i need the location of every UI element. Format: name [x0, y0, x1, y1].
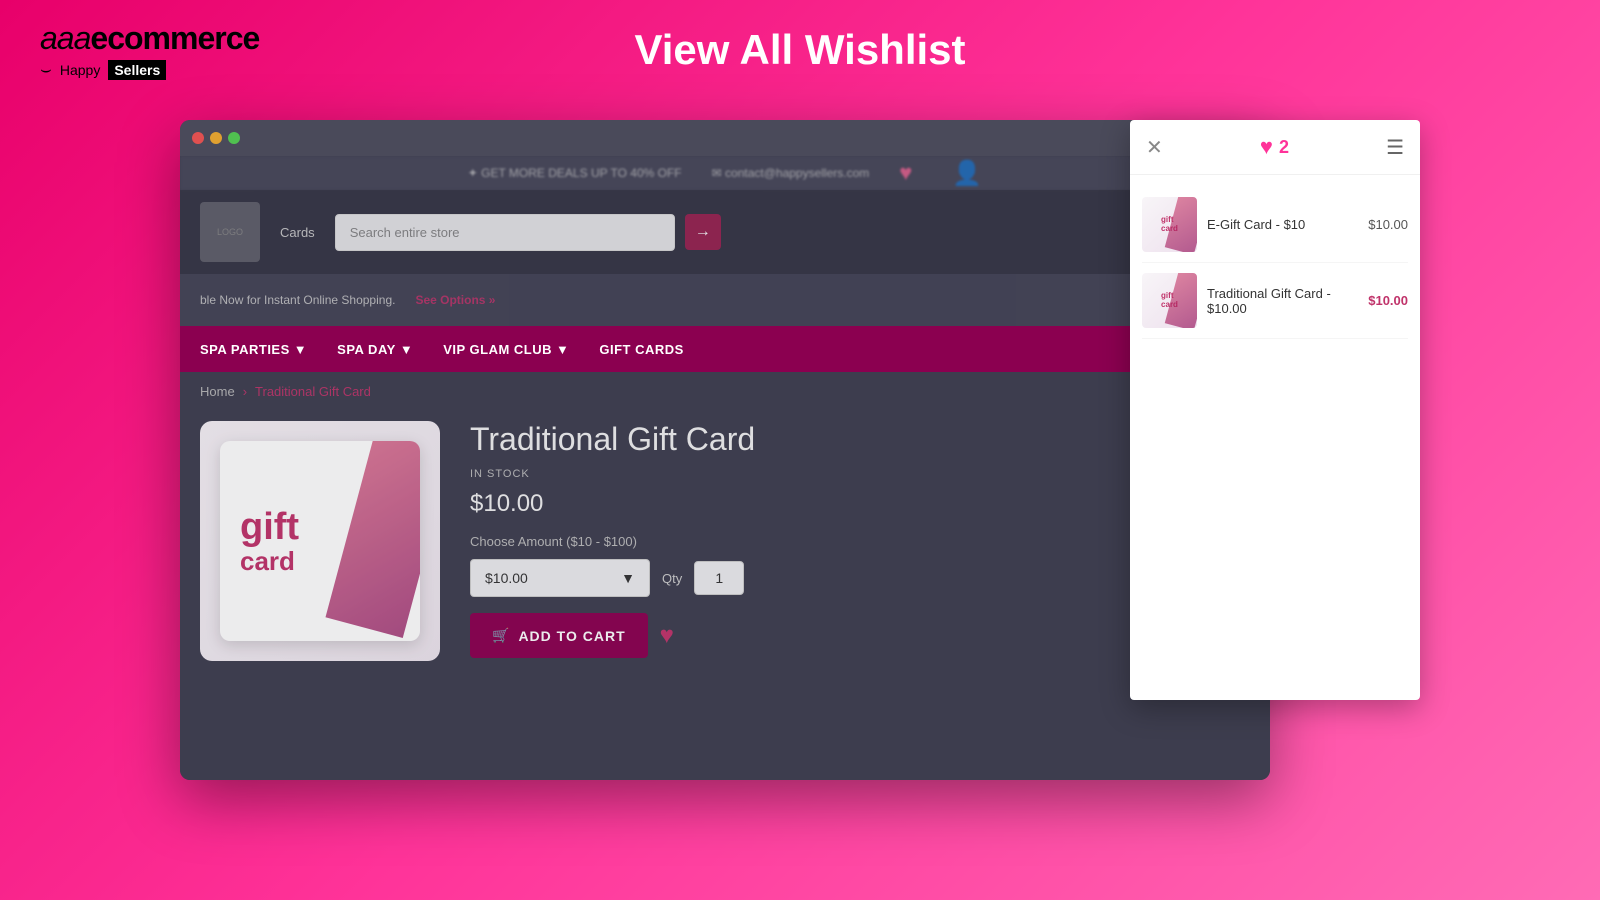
add-to-cart-label: ADD TO CART: [518, 628, 625, 644]
wishlist-sidebar: ✕ ♥ 2 ☰ gift card E-Gift Card - $10 $10.…: [1130, 120, 1420, 700]
sidebar-heart-icon: ♥: [1260, 134, 1273, 160]
sidebar-menu-icon[interactable]: ☰: [1386, 135, 1404, 160]
topbar-promo2: ✉ contact@happysellers.com: [712, 166, 870, 180]
item-ribbon-2: [1165, 273, 1197, 328]
product-area: gift card Traditional Gift Card IN STOCK…: [180, 411, 1270, 671]
nav-item-spa-parties[interactable]: SPA PARTIES ▼: [200, 342, 307, 357]
amount-value: $10.00: [485, 570, 528, 586]
qty-input[interactable]: 1: [694, 561, 744, 595]
brand-happy: Happy: [60, 62, 100, 78]
brand-tagline: ⌣ Happy Sellers: [40, 59, 259, 80]
nav-item-vip-glam[interactable]: VIP GLAM CLUB ▼: [443, 342, 569, 357]
brand-sellers: Sellers: [108, 60, 166, 80]
sidebar-wishlist-count: ♥ 2: [1260, 134, 1289, 160]
smile-icon: ⌣: [40, 59, 52, 80]
account-icon-topbar[interactable]: 👤: [952, 159, 982, 188]
browser-titlebar: [180, 120, 1270, 156]
gift-card-visual: gift card: [220, 441, 420, 641]
nav-label-vip-glam: VIP GLAM CLUB: [443, 342, 552, 357]
store-logo-area: LOGO: [200, 202, 260, 262]
wishlist-icon-topbar[interactable]: ♥: [899, 160, 912, 186]
qty-label: Qty: [662, 571, 682, 586]
wishlist-item-info-2: Traditional Gift Card - $10.00: [1207, 286, 1358, 316]
browser-dot-green: [228, 132, 240, 144]
breadcrumb-home[interactable]: Home: [200, 384, 235, 399]
search-box[interactable]: Search entire store: [335, 214, 675, 251]
wishlist-heart-button[interactable]: ♥: [660, 622, 674, 650]
page-title: View All Wishlist: [634, 26, 965, 74]
nav-label-gift-cards: GIFT CARDS: [599, 342, 683, 357]
wishlist-item-info-1: E-Gift Card - $10: [1207, 217, 1358, 232]
store-nav: SPA PARTIES ▼ SPA DAY ▼ VIP GLAM CLUB ▼ …: [180, 326, 1270, 372]
wishlist-item-name-2: Traditional Gift Card - $10.00: [1207, 286, 1358, 316]
breadcrumb-separator: ›: [243, 384, 247, 399]
store-topbar: ✦ GET MORE DEALS UP TO 40% OFF ✉ contact…: [180, 156, 1270, 190]
list-item: gift card Traditional Gift Card - $10.00…: [1142, 263, 1408, 339]
gift-word-gift: gift: [240, 508, 299, 546]
nav-item-spa-day[interactable]: SPA DAY ▼: [337, 342, 413, 357]
product-image-container: gift card: [200, 421, 440, 661]
browser-dot-yellow: [210, 132, 222, 144]
search-button[interactable]: →: [685, 214, 721, 250]
topbar-promo1: ✦ GET MORE DEALS UP TO 40% OFF: [468, 166, 682, 180]
promo-bar: ble Now for Instant Online Shopping. See…: [180, 274, 1270, 326]
header-cards-text: Cards: [280, 225, 315, 240]
chevron-down-icon-3: ▼: [556, 342, 569, 357]
wishlist-item-price-alt-2: $10.00: [1368, 293, 1408, 308]
wishlist-item-price-1: $10.00: [1368, 217, 1408, 232]
store-page: ✦ GET MORE DEALS UP TO 40% OFF ✉ contact…: [180, 156, 1270, 780]
nav-label-spa-day: SPA DAY: [337, 342, 396, 357]
brand-logo: aaaecommerce ⌣ Happy Sellers: [40, 20, 259, 80]
sidebar-header: ✕ ♥ 2 ☰: [1130, 120, 1420, 175]
item-ribbon-1: [1165, 197, 1197, 252]
wishlist-items-list: gift card E-Gift Card - $10 $10.00 gift …: [1130, 175, 1420, 700]
add-to-cart-button[interactable]: 🛒 ADD TO CART: [470, 613, 648, 658]
sidebar-count-number: 2: [1279, 137, 1289, 158]
nav-item-gift-cards[interactable]: GIFT CARDS: [599, 342, 683, 357]
list-item: gift card E-Gift Card - $10 $10.00: [1142, 187, 1408, 263]
brand-name-aaa: aaa: [40, 20, 90, 56]
wishlist-item-image-1: gift card: [1142, 197, 1197, 252]
sidebar-close-button[interactable]: ✕: [1146, 135, 1163, 160]
gift-card-text: gift card: [240, 508, 299, 574]
browser-dot-red: [192, 132, 204, 144]
wishlist-item-name-1: E-Gift Card - $10: [1207, 217, 1358, 232]
gift-word-card: card: [240, 548, 299, 574]
brand-name: aaaecommerce: [40, 20, 259, 57]
breadcrumb-current: Traditional Gift Card: [255, 384, 371, 399]
nav-label-spa-parties: SPA PARTIES: [200, 342, 290, 357]
amount-select[interactable]: $10.00 ▼: [470, 559, 650, 597]
chevron-down-icon-2: ▼: [400, 342, 413, 357]
store-search-area: Search entire store →: [335, 214, 1143, 251]
chevron-down-icon-amount: ▼: [621, 570, 635, 586]
breadcrumb: Home › Traditional Gift Card: [180, 372, 1270, 411]
store-header: LOGO Cards Search entire store → 🛒 CART …: [180, 190, 1270, 274]
chevron-down-icon: ▼: [294, 342, 307, 357]
wishlist-item-image-2: gift card: [1142, 273, 1197, 328]
page-header: aaaecommerce ⌣ Happy Sellers View All Wi…: [0, 0, 1600, 100]
see-options-link[interactable]: See Options »: [415, 293, 495, 307]
promo-text: ble Now for Instant Online Shopping.: [200, 293, 395, 307]
browser-window: ✦ GET MORE DEALS UP TO 40% OFF ✉ contact…: [180, 120, 1270, 780]
gift-card-ribbon: [325, 441, 420, 638]
brand-name-ecommerce: ecommerce: [90, 20, 259, 56]
cart-icon-btn: 🛒: [492, 627, 510, 644]
search-placeholder: Search entire store: [350, 225, 460, 240]
